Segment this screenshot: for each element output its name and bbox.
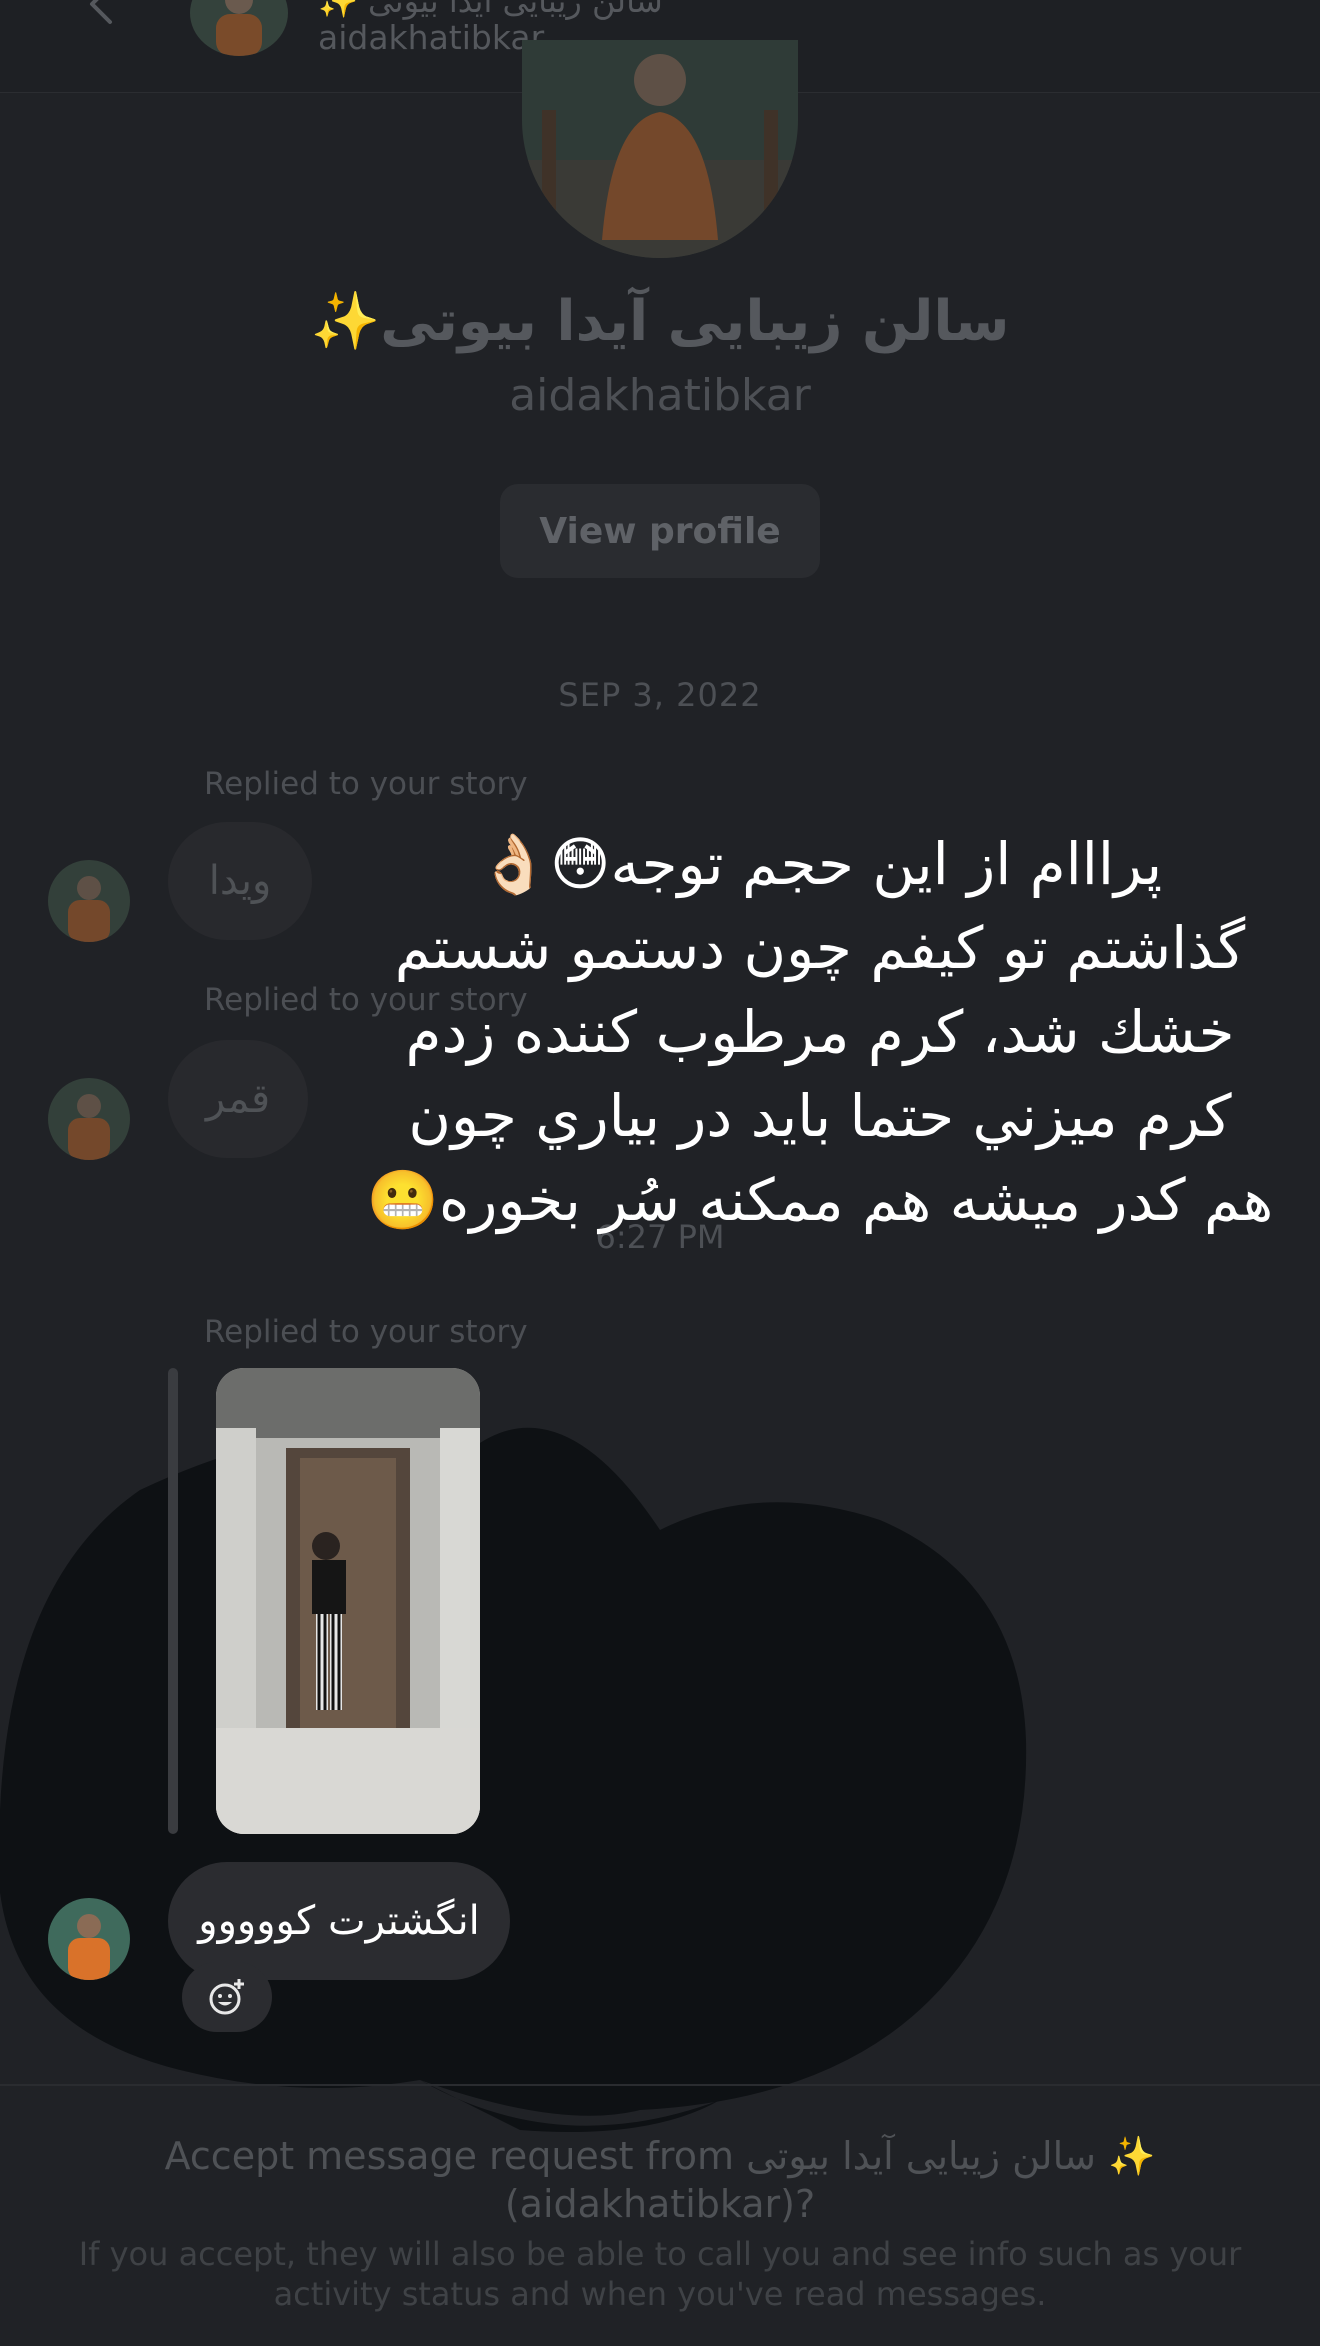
accept-title-prefix: Accept message request from bbox=[164, 2134, 734, 2178]
caption-line: هم کدر میشه هم ممکنه سُر بخوره😬 bbox=[366, 1166, 1274, 1234]
profile-avatar[interactable] bbox=[522, 40, 798, 258]
header-username[interactable]: aidakhatibkar bbox=[318, 18, 544, 57]
reply-quote-bar bbox=[168, 1368, 178, 1834]
sender-avatar[interactable] bbox=[48, 1898, 130, 1980]
accept-request-title: Accept message request from ✨ سالن زیبای… bbox=[60, 2132, 1260, 2228]
message-bubble[interactable]: ویدا bbox=[168, 822, 312, 940]
caption-line: کرم میزني حتما باید در بیاري چون bbox=[408, 1082, 1232, 1150]
story-caption-overlay: پرااام از این حجم توجه😳👌🏻 گذاشتم تو کیفم… bbox=[350, 822, 1290, 1242]
accept-username: (aidakhatibkar)? bbox=[504, 2182, 816, 2226]
replied-label: Replied to your story bbox=[204, 1314, 528, 1350]
accept-name: ✨ سالن زیبایی آیدا بیوتی bbox=[746, 2134, 1156, 2178]
story-thumbnail[interactable] bbox=[216, 1368, 480, 1834]
add-reaction-icon[interactable] bbox=[182, 1962, 272, 2032]
profile-display-name: سالن زیبایی آیدا بیوتی✨ bbox=[310, 289, 1010, 354]
replied-label: Replied to your story bbox=[204, 766, 528, 802]
header-name[interactable]: سالن زیبایی آیدا بیوتی ✨ bbox=[318, 0, 663, 20]
caption-line: خشك شد، کرم مرطوب کننده زدم bbox=[405, 998, 1235, 1066]
header-avatar[interactable] bbox=[190, 0, 288, 56]
caption-line: پرااام از این حجم توجه😳👌🏻 bbox=[477, 830, 1163, 898]
footer-divider bbox=[0, 2084, 1320, 2086]
date-separator: SEP 3, 2022 bbox=[558, 676, 762, 714]
profile-username: aidakhatibkar bbox=[509, 370, 811, 421]
sender-avatar[interactable] bbox=[48, 860, 130, 942]
sender-avatar[interactable] bbox=[48, 1078, 130, 1160]
view-profile-button[interactable]: View profile bbox=[500, 484, 820, 578]
accept-request-subtitle: If you accept, they will also be able to… bbox=[78, 2235, 1242, 2313]
caption-line: گذاشتم تو کیفم چون دستمو شستم bbox=[394, 914, 1246, 982]
message-bubble[interactable]: قمر bbox=[168, 1040, 308, 1158]
back-chevron-icon[interactable] bbox=[80, 0, 124, 26]
